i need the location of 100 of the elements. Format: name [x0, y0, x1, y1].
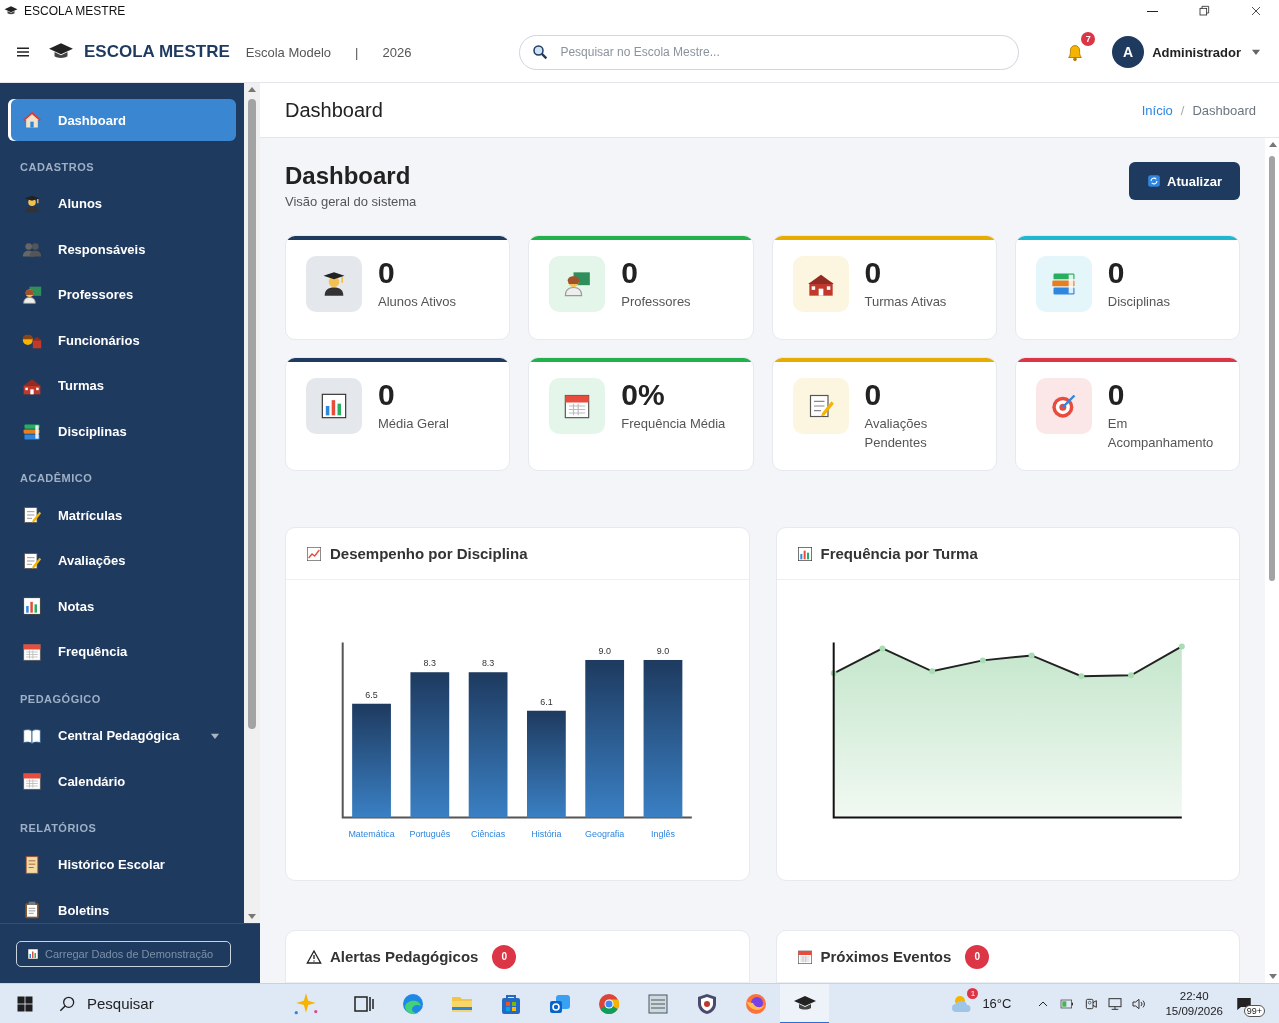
breadcrumb-link[interactable]: Início: [1141, 102, 1173, 118]
scrollbar[interactable]: [1265, 138, 1279, 983]
calendar-icon: [796, 948, 813, 965]
sidebar-item[interactable]: Alunos: [8, 182, 236, 225]
bar-chart-icon: [27, 947, 39, 960]
stat-label: Professores: [621, 293, 691, 311]
sidebar-item[interactable]: Disciplinas: [8, 410, 236, 453]
restore-icon: [1196, 3, 1212, 19]
stat-value: 0: [1107, 256, 1126, 290]
bar-value-label: 6.1: [540, 696, 553, 707]
avatar: A: [1112, 36, 1145, 68]
demo-data-button[interactable]: Carregar Dados de Demonstração: [16, 940, 231, 967]
stat-label: Turmas Ativas: [864, 293, 947, 311]
category-label: Português: [409, 829, 451, 840]
page-title: Dashboard: [285, 98, 384, 122]
calendar-icon: [563, 392, 592, 420]
sidebar-item[interactable]: Funcionários: [8, 319, 236, 362]
bar-value-label: 8.3: [423, 658, 437, 669]
clock[interactable]: 22:40 15/09/2026: [1165, 988, 1223, 1019]
sidebar-item[interactable]: Frequência: [8, 630, 236, 673]
sidebar-item[interactable]: Matrículas: [8, 494, 236, 537]
school-name: Escola Modelo: [245, 44, 332, 60]
category-label: Ciências: [470, 829, 506, 840]
calendar-icon: [22, 771, 42, 792]
sidebar-section-label: ACADÊMICO: [19, 471, 94, 487]
window-title: ESCOLA MESTRE: [24, 4, 127, 18]
sidebar-section-label: RELATÓRIOS: [19, 820, 98, 836]
sidebar-item[interactable]: Calendário: [8, 760, 236, 803]
notification-badge: 7: [1081, 32, 1096, 46]
sidebar-item[interactable]: Dashboard: [8, 99, 236, 141]
chrome-icon: [596, 991, 621, 1016]
refresh-icon: [1147, 174, 1162, 188]
clipboard-icon: [22, 900, 42, 921]
edge-icon: [400, 991, 425, 1016]
category-label: Matemática: [348, 829, 395, 840]
teacher-icon: [563, 270, 592, 298]
refresh-button[interactable]: Atualizar: [1129, 162, 1240, 200]
network-icon[interactable]: [1107, 995, 1124, 1012]
count-badge: 0: [492, 944, 517, 969]
stat-label: Frequência Média: [621, 415, 726, 433]
target-icon: [1049, 392, 1078, 420]
bar-value-label: 8.3: [481, 658, 495, 669]
calendar-icon: [22, 641, 42, 662]
scrollbar[interactable]: [244, 83, 260, 923]
app-icon: [645, 991, 670, 1016]
dashboard-heading: Dashboard: [285, 162, 412, 190]
house-icon: [22, 110, 42, 130]
data-point: [830, 670, 837, 677]
data-point: [979, 657, 986, 664]
data-point: [1077, 673, 1084, 680]
bar-value-label: 6.5: [365, 689, 378, 700]
data-point: [1127, 672, 1134, 679]
sidebar-item[interactable]: Turmas: [8, 364, 236, 407]
dashboard-subtitle: Visão geral do sistema: [285, 194, 417, 209]
panel-title: Próximos Eventos: [820, 948, 952, 965]
sidebar-item[interactable]: Central Pedagógica: [8, 714, 236, 757]
panel-title: Desempenho por Disciplina: [330, 545, 528, 562]
stat-label: Em Acompanhamento: [1107, 415, 1215, 452]
memo-icon: [22, 505, 42, 526]
user-menu[interactable]: A Administrador: [1112, 36, 1263, 68]
breadcrumb-separator: /: [1180, 102, 1185, 118]
bar-chart-icon: [320, 392, 348, 420]
bar-value-label: 9.0: [598, 646, 611, 656]
stat-label: Disciplinas: [1107, 293, 1170, 311]
taskbar-search[interactable]: Pesquisar: [49, 983, 319, 1023]
firefox-icon: [743, 991, 768, 1016]
taskbar-app[interactable]: [780, 983, 829, 1023]
search-icon: [531, 42, 550, 61]
panel-title: Frequência por Turma: [820, 545, 978, 562]
stat-value: 0: [378, 256, 396, 290]
panel-title: Alertas Pedagógicos: [330, 948, 479, 965]
data-point: [928, 668, 935, 675]
memo-icon: [22, 550, 42, 571]
sidebar-item[interactable]: Responsáveis: [8, 228, 236, 271]
stat-label: Avaliações Pendentes: [864, 415, 929, 452]
category-label: Geografia: [585, 829, 625, 840]
bar-chart-icon: [796, 545, 813, 562]
stat-value: 0%: [621, 378, 666, 412]
category-label: Inglês: [651, 829, 675, 840]
count-badge: 0: [965, 944, 990, 969]
sidebar-section-label: PEDAGÓGICO: [19, 691, 102, 707]
temperature: 16°C: [982, 996, 1012, 1011]
sidebar-item[interactable]: Notas: [8, 585, 236, 628]
sidebar-item[interactable]: Boletins: [8, 889, 236, 923]
teacher-icon: [22, 284, 42, 305]
sidebar-item[interactable]: Professores: [8, 273, 236, 316]
breadcrumb-link[interactable]: Dashboard: [1192, 102, 1256, 118]
data-point: [1028, 652, 1035, 659]
search-field[interactable]: Pesquisar no Escola Mestre...: [519, 34, 1020, 70]
weather-badge: 1: [967, 987, 979, 999]
sidebar-section-label: CADASTROS: [19, 159, 96, 175]
data-point: [878, 645, 885, 652]
notification-count: 99+: [1243, 1004, 1265, 1017]
graduate-icon: [22, 193, 42, 214]
stat-value: 0: [621, 256, 639, 290]
stat-value: 0: [864, 256, 883, 290]
sidebar-item[interactable]: Avaliações: [8, 539, 236, 582]
brand-name: ESCOLA MESTRE: [84, 42, 230, 62]
stat-value: 0: [864, 378, 883, 412]
sidebar-item[interactable]: Histórico Escolar: [8, 843, 236, 886]
